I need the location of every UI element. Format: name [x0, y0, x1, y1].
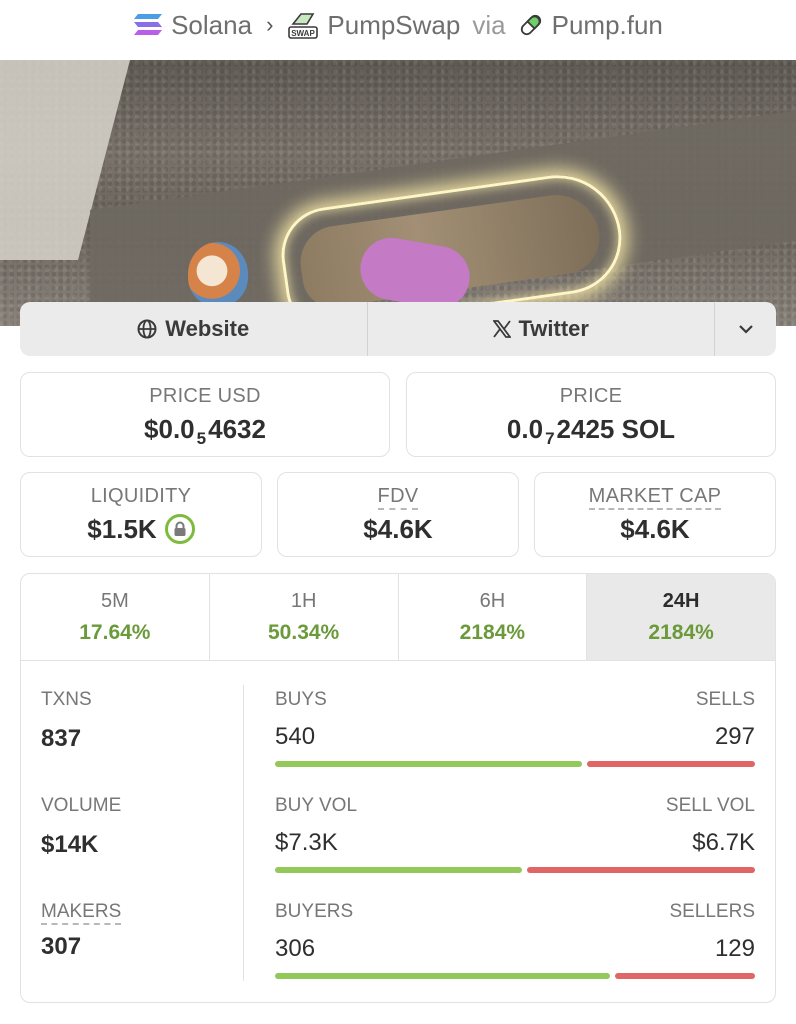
market-cap-label: MARKET CAP [588, 484, 722, 510]
via-text: via [472, 9, 506, 40]
buyers-label: BUYERS [275, 901, 354, 922]
price-usd-digits: 4632 [208, 413, 266, 444]
sells-label: SELLS [695, 689, 755, 710]
globe-icon [137, 319, 157, 339]
volume-split-row: BUY VOL SELL VOL $7.3K $6.7K [275, 795, 755, 873]
price-sol-card: PRICE 0.0 7 2425 SOL [406, 372, 776, 457]
makers-value: 307 [41, 933, 82, 960]
liquidity-value: $1.5K [87, 513, 157, 544]
market-cap-card: MARKET CAP $4.6K [534, 472, 776, 557]
tab-label: 6H [479, 589, 506, 612]
volume-metric: VOLUME $14K [41, 795, 121, 859]
buy-vol-label: BUY VOL [275, 795, 358, 816]
price-sol-label: PRICE [559, 384, 623, 407]
txns-value: 837 [41, 725, 82, 752]
twitter-link[interactable]: Twitter [368, 302, 715, 356]
price-sol-prefix: 0.0 [506, 413, 544, 444]
buys-value: 540 [275, 723, 316, 750]
lock-icon[interactable] [164, 514, 195, 544]
chevron-down-icon [738, 325, 753, 334]
chevron-right-icon: › [266, 12, 274, 37]
fdv-value: $4.6K [363, 513, 433, 544]
solana-icon [134, 14, 163, 35]
pill-icon [520, 14, 541, 36]
token-banner-image [0, 60, 796, 326]
price-usd-label: PRICE USD [149, 384, 261, 407]
breadcrumb-dex[interactable]: SWAP PumpSwap [287, 10, 460, 41]
price-sol-value: 0.0 7 2425 SOL [506, 413, 676, 448]
makers-metric: MAKERS 307 [41, 901, 122, 961]
launchpad-name: Pump.fun [551, 9, 663, 40]
dex-name: PumpSwap [327, 9, 461, 40]
buy-bar [275, 973, 610, 979]
tab-change: 17.64% [79, 620, 151, 644]
price-usd-value: $0.0 5 4632 [144, 413, 266, 448]
tab-label: 1H [290, 589, 317, 612]
volume-label: VOLUME [41, 795, 122, 816]
buy-bar [275, 761, 582, 767]
buy-bar [275, 867, 522, 873]
volume-split-bar [275, 867, 755, 873]
social-links-bar: Website Twitter [20, 302, 776, 356]
txns-metric: TXNS 837 [41, 689, 92, 753]
timeframe-tabs: 5M 17.64% 1H 50.34% 6H 2184% 24H 2184% [21, 574, 775, 661]
buyers-sellers-row: BUYERS SELLERS 306 129 [275, 901, 755, 979]
sell-vol-value: $6.7K [692, 829, 755, 856]
tab-24h[interactable]: 24H 2184% [587, 574, 775, 660]
buyers-value: 306 [275, 935, 316, 962]
tab-label: 24H [662, 589, 700, 612]
swap-badge: SWAP [292, 29, 316, 38]
tab-change: 50.34% [268, 620, 340, 644]
breadcrumb-chain[interactable]: Solana [133, 10, 252, 41]
fdv-label: FDV [377, 484, 419, 510]
stats-panel: TXNS 837 VOLUME $14K MAKERS 307 BUYS SEL… [21, 661, 775, 1002]
sellers-label: SELLERS [669, 901, 755, 922]
tab-change: 2184% [648, 620, 714, 644]
liquidity-label: LIQUIDITY [90, 484, 192, 507]
divider [243, 685, 244, 981]
makers-label[interactable]: MAKERS [41, 901, 122, 925]
website-label: Website [165, 316, 250, 341]
buys-sells-bar [275, 761, 755, 767]
sell-bar [615, 973, 755, 979]
price-usd-card: PRICE USD $0.0 5 4632 [20, 372, 390, 457]
buys-sells-row: BUYS SELLS 540 297 [275, 689, 755, 767]
breadcrumb: Solana › SWAP PumpSwap via Pump.fun [0, 0, 796, 50]
tab-6h[interactable]: 6H 2184% [399, 574, 588, 660]
price-sol-zero-count: 7 [545, 428, 555, 448]
buy-vol-value: $7.3K [275, 829, 338, 856]
sell-bar [527, 867, 755, 873]
txns-label: TXNS [41, 689, 92, 710]
price-usd-prefix: $0.0 [144, 413, 195, 444]
sellers-value: 129 [714, 935, 755, 962]
x-logo-icon [492, 320, 511, 338]
liquidity-card: LIQUIDITY $1.5K [20, 472, 262, 557]
website-link[interactable]: Website [20, 302, 367, 356]
sell-bar [587, 761, 755, 767]
plush-toy [188, 242, 248, 306]
trading-stats-card: 5M 17.64% 1H 50.34% 6H 2184% 24H 2184% T… [20, 573, 776, 1003]
twitter-label: Twitter [518, 316, 589, 341]
tab-5m[interactable]: 5M 17.64% [21, 574, 210, 660]
market-cap-value: $4.6K [620, 513, 690, 544]
buys-label: BUYS [275, 689, 327, 710]
tab-change: 2184% [459, 620, 526, 644]
pumpswap-icon: SWAP [288, 13, 319, 39]
breadcrumb-launchpad[interactable]: Pump.fun [518, 10, 663, 41]
tab-label: 5M [100, 589, 129, 612]
chain-name: Solana [171, 9, 253, 40]
tab-1h[interactable]: 1H 50.34% [210, 574, 399, 660]
volume-value: $14K [41, 831, 99, 858]
price-sol-digits: 2425 SOL [556, 413, 676, 444]
buyers-sellers-bar [275, 973, 755, 979]
more-links-button[interactable] [714, 302, 776, 356]
sells-value: 297 [714, 723, 755, 750]
price-usd-zero-count: 5 [196, 428, 207, 448]
sell-vol-label: SELL VOL [665, 795, 755, 816]
fdv-card: FDV $4.6K [277, 472, 519, 557]
